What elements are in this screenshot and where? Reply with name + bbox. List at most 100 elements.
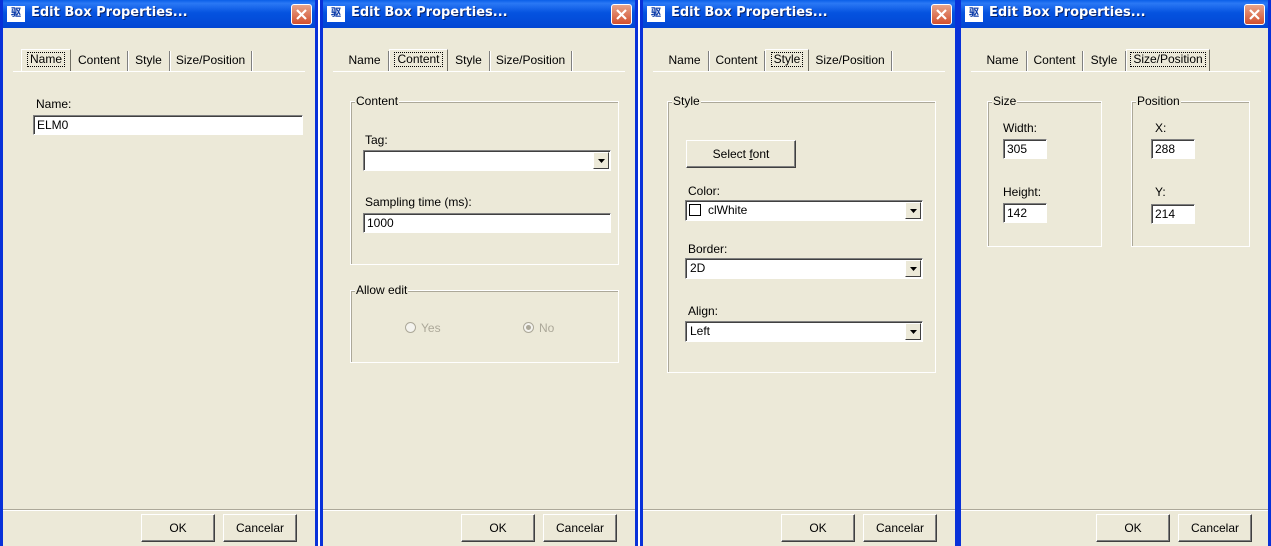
- app-icon: 驱: [327, 6, 345, 22]
- height-input[interactable]: 142: [1003, 203, 1047, 223]
- tab-content[interactable]: Content: [709, 51, 765, 71]
- radio-icon: [405, 322, 416, 333]
- border-select-value: 2D: [690, 261, 706, 275]
- tab-size-position[interactable]: Size/Position: [809, 51, 892, 71]
- align-select-value: Left: [690, 324, 711, 338]
- title-bar[interactable]: 驱 Edit Box Properties...: [961, 0, 1268, 28]
- tab-content[interactable]: Content: [1027, 51, 1083, 71]
- radio-checked-icon: [523, 322, 534, 333]
- tab-name[interactable]: Name: [979, 51, 1027, 71]
- title-bar[interactable]: 驱 Edit Box Properties...: [323, 0, 635, 28]
- tab-style[interactable]: Style: [448, 51, 490, 71]
- style-group-title: Style: [672, 94, 701, 108]
- close-button[interactable]: [1244, 4, 1265, 25]
- close-icon: [936, 9, 947, 20]
- window-title: Edit Box Properties...: [671, 5, 828, 20]
- tab-size-position-label: Size/Position: [175, 53, 246, 67]
- width-input[interactable]: 305: [1003, 139, 1047, 159]
- chevron-down-icon[interactable]: [593, 152, 609, 169]
- height-label: Height:: [1003, 185, 1042, 199]
- close-button[interactable]: [611, 4, 632, 25]
- tab-name[interactable]: Name: [661, 51, 709, 71]
- tab-content[interactable]: Content: [71, 51, 128, 71]
- x-input[interactable]: 288: [1151, 139, 1195, 159]
- tab-page-border: [971, 71, 1261, 72]
- name-input[interactable]: ELM0: [33, 115, 303, 135]
- tab-name-label: Name: [348, 53, 381, 67]
- cancel-button[interactable]: Cancelar: [863, 514, 937, 542]
- tab-size-position[interactable]: Size/Position: [1126, 49, 1210, 71]
- tab-name-label: Name: [26, 52, 65, 67]
- color-select-value: clWhite: [708, 203, 748, 217]
- select-font-label-prefix: Select: [712, 147, 750, 161]
- close-button[interactable]: [931, 4, 952, 25]
- title-bar[interactable]: 驱 Edit Box Properties...: [3, 0, 315, 28]
- content-group-title: Content: [355, 94, 400, 108]
- tab-style[interactable]: Style: [1083, 51, 1126, 71]
- align-select[interactable]: Left: [685, 321, 923, 342]
- select-font-button[interactable]: Select font: [686, 140, 796, 168]
- tab-page-border: [13, 71, 305, 72]
- tab-size-position[interactable]: Size/Position: [490, 51, 572, 71]
- color-label: Color:: [688, 184, 721, 198]
- cancel-button[interactable]: Cancelar: [1178, 514, 1252, 542]
- title-bar[interactable]: 驱 Edit Box Properties...: [643, 0, 955, 28]
- tab-content-label: Content: [77, 53, 121, 67]
- allow-edit-group: Allow edit: [350, 283, 619, 363]
- tab-style-label: Style: [770, 52, 804, 67]
- tab-page-border: [333, 71, 625, 72]
- allow-edit-no-radio[interactable]: No: [523, 321, 554, 335]
- allow-edit-group-title: Allow edit: [355, 283, 409, 297]
- tab-style[interactable]: Style: [128, 51, 170, 71]
- footer-separator: [323, 509, 635, 511]
- ok-button[interactable]: OK: [781, 514, 855, 542]
- close-icon: [1249, 9, 1260, 20]
- tab-style[interactable]: Style: [765, 49, 809, 71]
- tab-size-position-label: Size/Position: [1130, 52, 1206, 67]
- tab-name-label: Name: [668, 53, 701, 67]
- tab-size-position[interactable]: Size/Position: [170, 51, 252, 71]
- cancel-button[interactable]: Cancelar: [543, 514, 617, 542]
- tab-name[interactable]: Name: [341, 51, 389, 71]
- y-input[interactable]: 214: [1151, 204, 1195, 224]
- chevron-down-icon[interactable]: [905, 323, 921, 340]
- app-icon: 驱: [647, 6, 665, 22]
- border-select[interactable]: 2D: [685, 258, 923, 279]
- tab-content-label: Content: [715, 53, 758, 67]
- chevron-down-icon[interactable]: [905, 202, 921, 219]
- x-label: X:: [1155, 121, 1167, 135]
- tab-style-label: Style: [1090, 53, 1118, 67]
- color-select[interactable]: clWhite: [685, 200, 923, 221]
- allow-edit-yes-label: Yes: [421, 321, 441, 335]
- ok-button[interactable]: OK: [141, 514, 215, 542]
- dialog-content-tab: 驱 Edit Box Properties... Name Content St…: [320, 0, 638, 546]
- tab-content-label: Content: [1033, 53, 1076, 67]
- chevron-down-icon[interactable]: [905, 260, 921, 277]
- cancel-button[interactable]: Cancelar: [223, 514, 297, 542]
- close-icon: [296, 9, 307, 20]
- position-group-title: Position: [1136, 94, 1181, 108]
- footer-separator: [3, 509, 315, 511]
- app-icon: 驱: [965, 6, 983, 22]
- dialog-style-tab: 驱 Edit Box Properties... Name Content St…: [640, 0, 958, 546]
- align-label: Align:: [688, 304, 719, 318]
- ok-button[interactable]: OK: [1096, 514, 1170, 542]
- tag-select[interactable]: [363, 150, 611, 171]
- border-label: Border:: [688, 242, 728, 256]
- color-swatch: [689, 204, 701, 216]
- tab-style-label: Style: [135, 53, 162, 67]
- tab-name[interactable]: Name: [21, 49, 71, 71]
- window-title: Edit Box Properties...: [989, 5, 1146, 20]
- ok-button[interactable]: OK: [461, 514, 535, 542]
- footer-separator: [643, 509, 955, 511]
- tab-size-position-label: Size/Position: [815, 53, 885, 67]
- tab-content[interactable]: Content: [389, 49, 448, 71]
- tag-label: Tag:: [365, 133, 388, 147]
- tab-name-label: Name: [986, 53, 1019, 67]
- dialog-size-position-tab: 驱 Edit Box Properties... Name Content St…: [958, 0, 1271, 546]
- sampling-time-input[interactable]: 1000: [363, 213, 611, 233]
- allow-edit-yes-radio[interactable]: Yes: [405, 321, 441, 335]
- tab-size-position-label: Size/Position: [495, 53, 566, 67]
- close-button[interactable]: [291, 4, 312, 25]
- size-group-title: Size: [992, 94, 1018, 108]
